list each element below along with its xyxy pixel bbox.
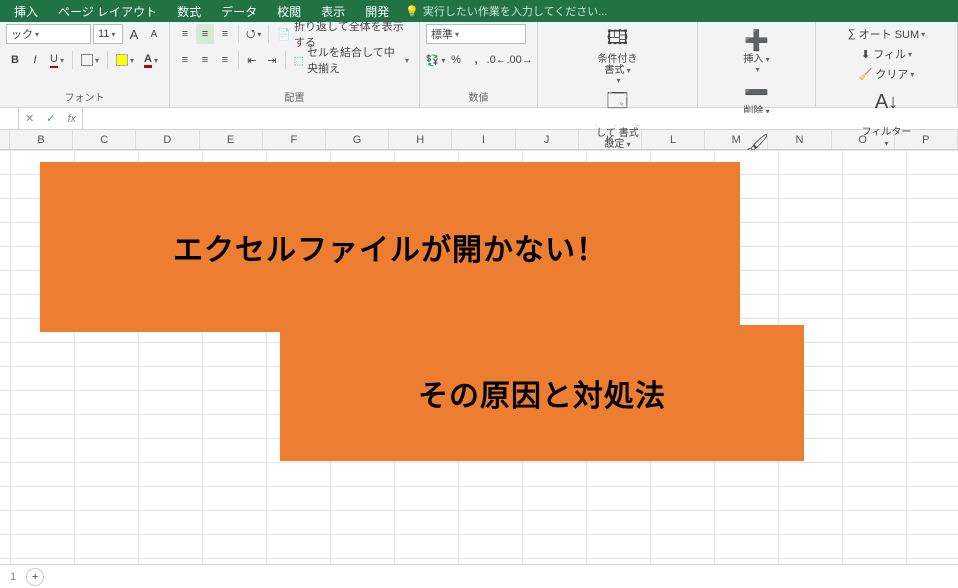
title-text-2: その原因と対処法 — [418, 371, 666, 415]
increase-indent-button[interactable]: ⇥ — [263, 50, 281, 70]
column-header[interactable]: M — [705, 130, 768, 149]
tab-formulas[interactable]: 数式 — [167, 1, 211, 22]
bold-button[interactable]: B — [6, 50, 24, 70]
ribbon-tab-bar: 挿入 ページ レイアウト 数式 データ 校閲 表示 開発 💡 実行したい作業を入… — [0, 0, 958, 22]
font-color-button[interactable]: A — [140, 50, 162, 70]
fill-color-icon — [116, 54, 128, 66]
decrease-font-button[interactable]: A — [145, 24, 163, 44]
italic-button[interactable]: I — [26, 50, 44, 70]
new-sheet-button[interactable]: + — [26, 568, 44, 586]
clear-button[interactable]: 🧹 クリア — [844, 64, 929, 84]
group-alignment: ≡ ≡ ≡ ⭯ 📄 折り返して全体を表示する ≡ ≡ ≡ ⇤ ⇥ — [170, 22, 420, 107]
group-number: 標準 💱 % , .0← .00→ 数値 — [420, 22, 538, 107]
group-font: ック 11 A A B I U A フォント — [0, 22, 170, 107]
orientation-button[interactable]: ⭯ — [243, 24, 265, 44]
align-right-button[interactable]: ≡ — [216, 50, 234, 70]
merge-center-button[interactable]: ⬚ セルを結合して中央揃え — [290, 50, 413, 70]
delete-cells-icon: ➖ — [744, 78, 769, 106]
align-center-button[interactable]: ≡ — [196, 50, 214, 70]
conditional-format-icon: 🖽 — [607, 26, 629, 54]
title-shape-1[interactable]: エクセルファイルが開かない！ — [40, 162, 740, 332]
formula-bar: ✕ ✓ fx — [0, 108, 958, 130]
conditional-format-button[interactable]: 🖽 条件付き 書式 — [593, 24, 643, 85]
ribbon: ック 11 A A B I U A フォント ≡ ≡ ≡ — [0, 22, 958, 108]
wrap-text-icon: 📄 — [277, 28, 291, 41]
insert-cells-button[interactable]: ➕ 挿入 — [739, 24, 775, 74]
column-headers: B C D E F G H I J K L M N O P — [0, 130, 958, 150]
underline-button[interactable]: U — [46, 50, 68, 70]
fill-color-button[interactable] — [112, 50, 138, 70]
border-icon — [81, 54, 93, 66]
tab-insert[interactable]: 挿入 — [4, 1, 48, 22]
group-styles: 🖽 条件付き 書式 🗔 テーブルとして 書式設定 ▦ セルの スタイル スタイル — [538, 22, 698, 107]
group-editing: ∑ オート SUM ⬇ フィル 🧹 クリア A↓ 並べ替えと フィルター 編集 — [816, 22, 958, 107]
column-header[interactable]: O — [832, 130, 895, 149]
fill-button[interactable]: ⬇ フィル — [844, 44, 929, 64]
column-header[interactable]: N — [768, 130, 831, 149]
align-top-button[interactable]: ≡ — [176, 24, 194, 44]
merge-icon: ⬚ — [294, 54, 304, 67]
autosum-button[interactable]: ∑ オート SUM — [844, 24, 929, 44]
eraser-icon: 🧹 — [859, 68, 873, 81]
sigma-icon: ∑ — [848, 28, 856, 40]
group-cells: ➕ 挿入 ➖ 削除 🖌 書式 セル — [698, 22, 816, 107]
column-header[interactable]: L — [642, 130, 705, 149]
font-color-icon: A — [144, 53, 152, 68]
column-header[interactable]: B — [10, 130, 73, 149]
increase-decimal-button[interactable]: .0← — [487, 50, 506, 70]
column-header[interactable]: P — [895, 130, 958, 149]
title-shape-2[interactable]: その原因と対処法 — [280, 325, 804, 461]
font-name-combo[interactable]: ック — [6, 24, 91, 44]
lightbulb-icon: 💡 — [405, 5, 419, 18]
column-header[interactable]: K — [579, 130, 642, 149]
increase-font-button[interactable]: A — [125, 24, 143, 44]
column-header-partial[interactable] — [0, 130, 10, 149]
wrap-text-button[interactable]: 📄 折り返して全体を表示する — [273, 24, 413, 44]
number-format-combo[interactable]: 標準 — [426, 24, 526, 44]
tab-data[interactable]: データ — [211, 1, 267, 22]
group-label-alignment: 配置 — [176, 89, 413, 107]
decrease-decimal-button[interactable]: .00→ — [508, 50, 531, 70]
column-header[interactable]: D — [136, 130, 199, 149]
fill-down-icon: ⬇ — [861, 48, 870, 61]
align-bottom-button[interactable]: ≡ — [216, 24, 234, 44]
title-text-1: エクセルファイルが開かない！ — [173, 225, 607, 269]
column-header[interactable]: C — [73, 130, 136, 149]
cancel-entry-button[interactable]: ✕ — [19, 112, 40, 125]
borders-button[interactable] — [77, 50, 103, 70]
sheet-tab[interactable]: 1 — [10, 571, 16, 583]
currency-icon: 💱 — [426, 54, 440, 67]
sheet-tab-bar: 1 + — [0, 564, 958, 588]
column-header[interactable]: F — [263, 130, 326, 149]
percent-button[interactable]: % — [447, 50, 465, 70]
column-header[interactable]: G — [326, 130, 389, 149]
insert-function-button[interactable]: fx — [61, 113, 82, 125]
column-header[interactable]: I — [452, 130, 515, 149]
tell-me-search[interactable]: 💡 実行したい作業を入力してください... — [405, 3, 607, 19]
font-size-combo[interactable]: 11 — [93, 24, 123, 44]
formula-input[interactable] — [83, 113, 958, 125]
group-label-number: 数値 — [426, 89, 531, 107]
align-left-button[interactable]: ≡ — [176, 50, 194, 70]
column-header[interactable]: H — [389, 130, 452, 149]
worksheet-grid[interactable]: エクセルファイルが開かない！ その原因と対処法 — [0, 150, 958, 564]
align-middle-button[interactable]: ≡ — [196, 24, 214, 44]
column-header[interactable]: J — [516, 130, 579, 149]
group-label-font: フォント — [6, 89, 163, 107]
enter-entry-button[interactable]: ✓ — [40, 112, 61, 125]
column-header[interactable]: E — [200, 130, 263, 149]
insert-cells-icon: ➕ — [744, 26, 769, 54]
decrease-indent-button[interactable]: ⇤ — [243, 50, 261, 70]
tell-me-placeholder: 実行したい作業を入力してください... — [423, 3, 608, 19]
tab-pagelayout[interactable]: ページ レイアウト — [48, 1, 167, 22]
comma-button[interactable]: , — [467, 50, 485, 70]
accounting-format-button[interactable]: 💱 — [426, 50, 445, 70]
